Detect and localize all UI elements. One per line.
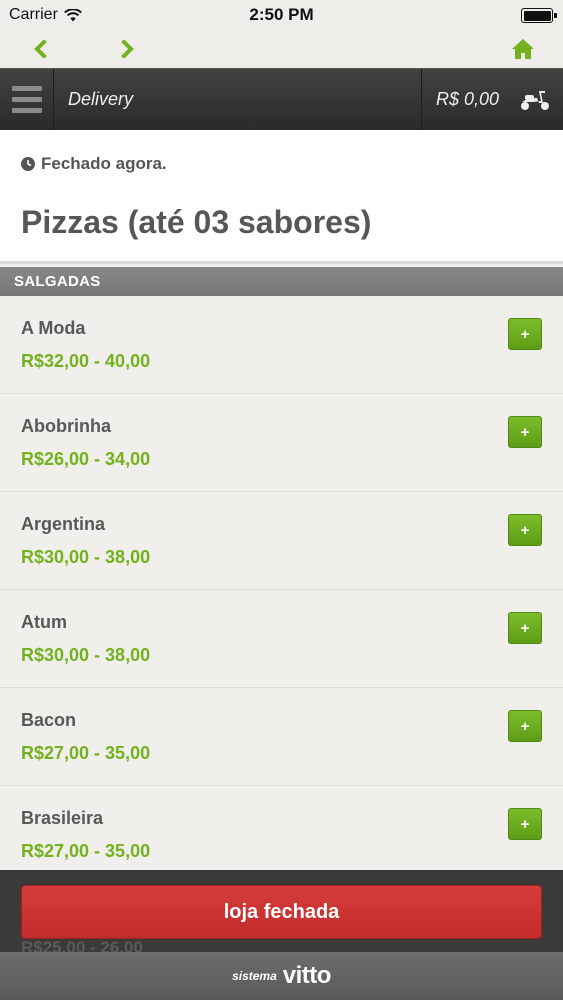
footer-small-text: sistema (232, 969, 277, 983)
item-name: Atum (21, 612, 67, 632)
add-button[interactable]: + (508, 416, 542, 448)
item-price: R$27,00 - 35,00 (21, 743, 151, 763)
brand-logo: vitto (282, 962, 332, 989)
menu-button[interactable] (0, 69, 54, 130)
item-price: R$30,00 - 38,00 (21, 645, 151, 665)
list-item: Abobrinha R$26,00 - 34,00 + (0, 394, 563, 492)
item-price: R$26,00 - 34,00 (21, 449, 151, 469)
product-list: A Moda R$32,00 - 40,00 + Abobrinha R$26,… (0, 296, 563, 884)
add-button[interactable]: + (508, 318, 542, 350)
clock-icon (21, 157, 35, 171)
chevron-right-icon (121, 40, 134, 58)
page-title: Pizzas (até 03 sabores) (21, 204, 372, 240)
add-button[interactable]: + (508, 710, 542, 742)
chevron-left-icon (34, 40, 47, 58)
bottom-bar: R$25,00 - 26,00 loja fechada sistema vit… (0, 870, 563, 1000)
item-name: A Moda (21, 318, 86, 338)
store-status-text: Fechado agora. (41, 154, 167, 173)
item-name: Argentina (21, 514, 106, 534)
footer-brand: sistema vitto (0, 952, 563, 1000)
clock: 2:50 PM (249, 5, 314, 24)
item-price: R$30,00 - 38,00 (21, 547, 151, 567)
item-name: Abobrinha (21, 416, 111, 436)
item-name: Brasileira (21, 808, 104, 828)
section-header: SALGADAS (0, 267, 563, 296)
store-status: Fechado agora. (21, 154, 167, 174)
list-item: A Moda R$32,00 - 40,00 + (0, 296, 563, 394)
scooter-icon (521, 91, 549, 110)
home-button[interactable] (508, 34, 538, 64)
header-title: Delivery (68, 89, 134, 109)
hamburger-icon (11, 86, 42, 91)
forward-button[interactable] (113, 34, 143, 64)
item-price: R$27,00 - 35,00 (21, 841, 151, 861)
add-button[interactable]: + (508, 514, 542, 546)
item-name: Bacon (21, 710, 77, 730)
store-info: Fechado agora. Pizzas (até 03 sabores) (0, 130, 563, 264)
home-icon (512, 39, 534, 59)
back-button[interactable] (25, 34, 55, 64)
app-header: Delivery R$ 0,00 (0, 68, 563, 130)
add-button[interactable]: + (508, 612, 542, 644)
cart-button[interactable]: R$ 0,00 (421, 69, 563, 130)
list-item: Argentina R$30,00 - 38,00 + (0, 492, 563, 590)
list-item: Bacon R$27,00 - 35,00 + (0, 688, 563, 786)
navigation-bar (0, 30, 563, 68)
store-closed-button[interactable]: loja fechada (21, 885, 542, 939)
item-price: R$32,00 - 40,00 (21, 351, 151, 371)
list-item: Atum R$30,00 - 38,00 + (0, 590, 563, 688)
battery-icon (521, 8, 557, 23)
add-button[interactable]: + (508, 808, 542, 840)
cart-total: R$ 0,00 (436, 89, 500, 109)
status-bar: Carrier 2:50 PM (0, 0, 563, 30)
